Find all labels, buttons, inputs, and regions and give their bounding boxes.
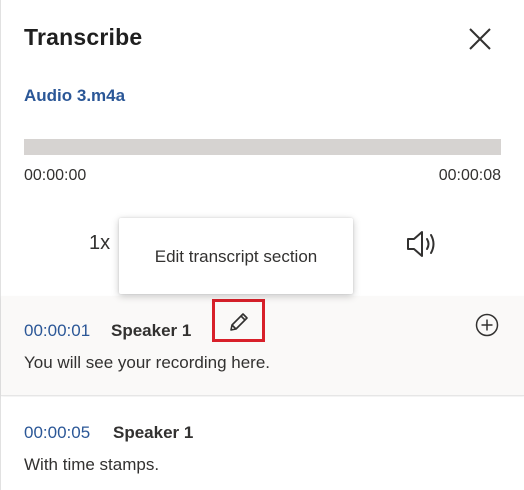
close-icon — [469, 28, 491, 50]
segment-speaker: Speaker 1 — [111, 321, 192, 340]
segment-text: You will see your recording here. — [24, 353, 271, 372]
audio-file-link[interactable]: Audio 3.m4a — [24, 86, 125, 106]
edit-tooltip: Edit transcript section — [119, 218, 353, 294]
add-section-button[interactable] — [475, 313, 499, 337]
volume-button[interactable] — [405, 228, 441, 260]
transcribe-pane: Transcribe Audio 3.m4a 00:00:00 00:00:08… — [0, 0, 524, 490]
current-time: 00:00:00 — [24, 167, 87, 184]
segment-speaker: Speaker 1 — [113, 423, 194, 442]
transcript-segment[interactable]: 00:00:05 Speaker 1 With time stamps. — [1, 397, 524, 490]
segment-text: With time stamps. — [24, 455, 160, 474]
pencil-icon — [230, 313, 248, 331]
segment-timestamp[interactable]: 00:00:01 — [24, 321, 90, 341]
playback-speed-button[interactable]: 1x — [89, 232, 110, 255]
transcript-segment[interactable]: 00:00:01 Speaker 1 You will see your rec… — [1, 296, 524, 396]
pane-header: Transcribe — [1, 0, 524, 80]
segment-timestamp[interactable]: 00:00:05 — [24, 423, 90, 443]
playback-progress-bar[interactable] — [24, 139, 501, 155]
volume-icon — [407, 231, 435, 257]
edit-transcript-section-button[interactable] — [212, 299, 265, 342]
pane-title: Transcribe — [24, 24, 143, 50]
close-button[interactable] — [463, 22, 497, 56]
tooltip-text: Edit transcript section — [154, 247, 318, 266]
plus-circle-icon — [475, 313, 499, 337]
total-duration: 00:00:08 — [438, 167, 501, 184]
